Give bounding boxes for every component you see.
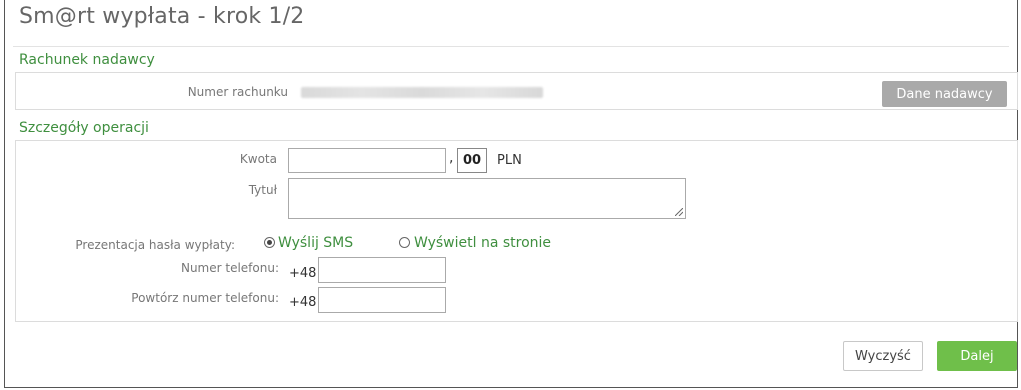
sender-section-label: Rachunek nadawcy [19,52,155,68]
phone-input[interactable] [318,257,446,283]
account-number-label: Numer rachunku [187,85,288,99]
clear-button[interactable]: Wyczyść [843,341,923,371]
title-label: Tytuł [248,183,277,197]
form-window: Sm@rt wypłata - krok 1/2 Rachunek nadawc… [4,0,1018,388]
title-divider [13,46,1009,47]
repeat-phone-prefix: +48 [289,295,317,310]
title-textarea[interactable] [288,178,686,219]
repeat-phone-input[interactable] [318,287,446,313]
page-title: Sm@rt wypłata - krok 1/2 [19,4,305,29]
sender-panel: Numer rachunku Dane nadawcy [15,72,1018,110]
amount-label: Kwota [239,152,277,166]
phone-label: Numer telefonu: [180,261,279,275]
details-section-label: Szczegóły operacji [19,120,149,136]
decimal-separator: , [449,150,454,166]
presentation-label: Prezentacja hasła wypłaty: [75,238,235,252]
sender-details-button[interactable]: Dane nadawcy [882,81,1007,107]
phone-prefix: +48 [289,266,317,281]
amount-cents-input[interactable]: 00 [457,148,487,173]
account-number-value-redacted [301,87,543,98]
amount-input[interactable] [288,148,446,173]
currency-label: PLN [497,153,522,168]
repeat-phone-label: Powtórz numer telefonu: [131,291,279,305]
send-sms-radio[interactable] [264,237,275,248]
show-on-page-radio[interactable] [399,237,410,248]
send-sms-label[interactable]: Wyślij SMS [278,235,353,251]
resize-handle-icon[interactable] [675,208,683,216]
next-button[interactable]: Dalej [937,341,1017,371]
show-on-page-label[interactable]: Wyświetl na stronie [414,235,551,251]
